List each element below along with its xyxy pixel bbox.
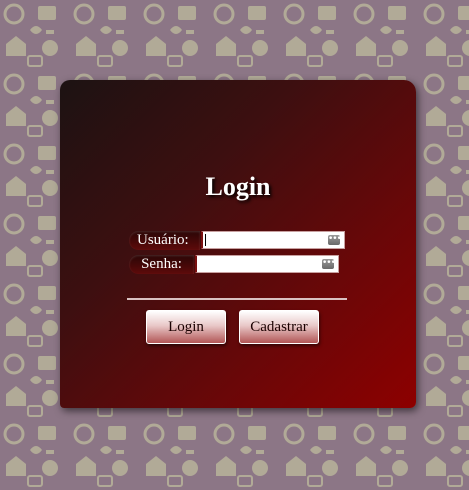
register-button[interactable]: Cadastrar [239,310,319,344]
login-button[interactable]: Login [146,310,226,344]
password-field[interactable]: ••• [195,255,339,273]
text-caret [205,234,206,246]
login-title: Login [205,172,271,201]
login-panel: Login Usuário: ••• Senha: ••• Login Cada… [60,80,416,408]
password-manager-key-icon[interactable]: ••• [322,259,336,269]
password-row: Senha: ••• [129,254,339,274]
password-manager-key-icon[interactable]: ••• [328,235,342,245]
divider [127,298,347,300]
username-label: Usuário: [129,230,200,250]
username-row: Usuário: ••• [129,230,345,250]
username-field[interactable]: ••• [201,231,345,249]
password-label: Senha: [129,254,194,274]
